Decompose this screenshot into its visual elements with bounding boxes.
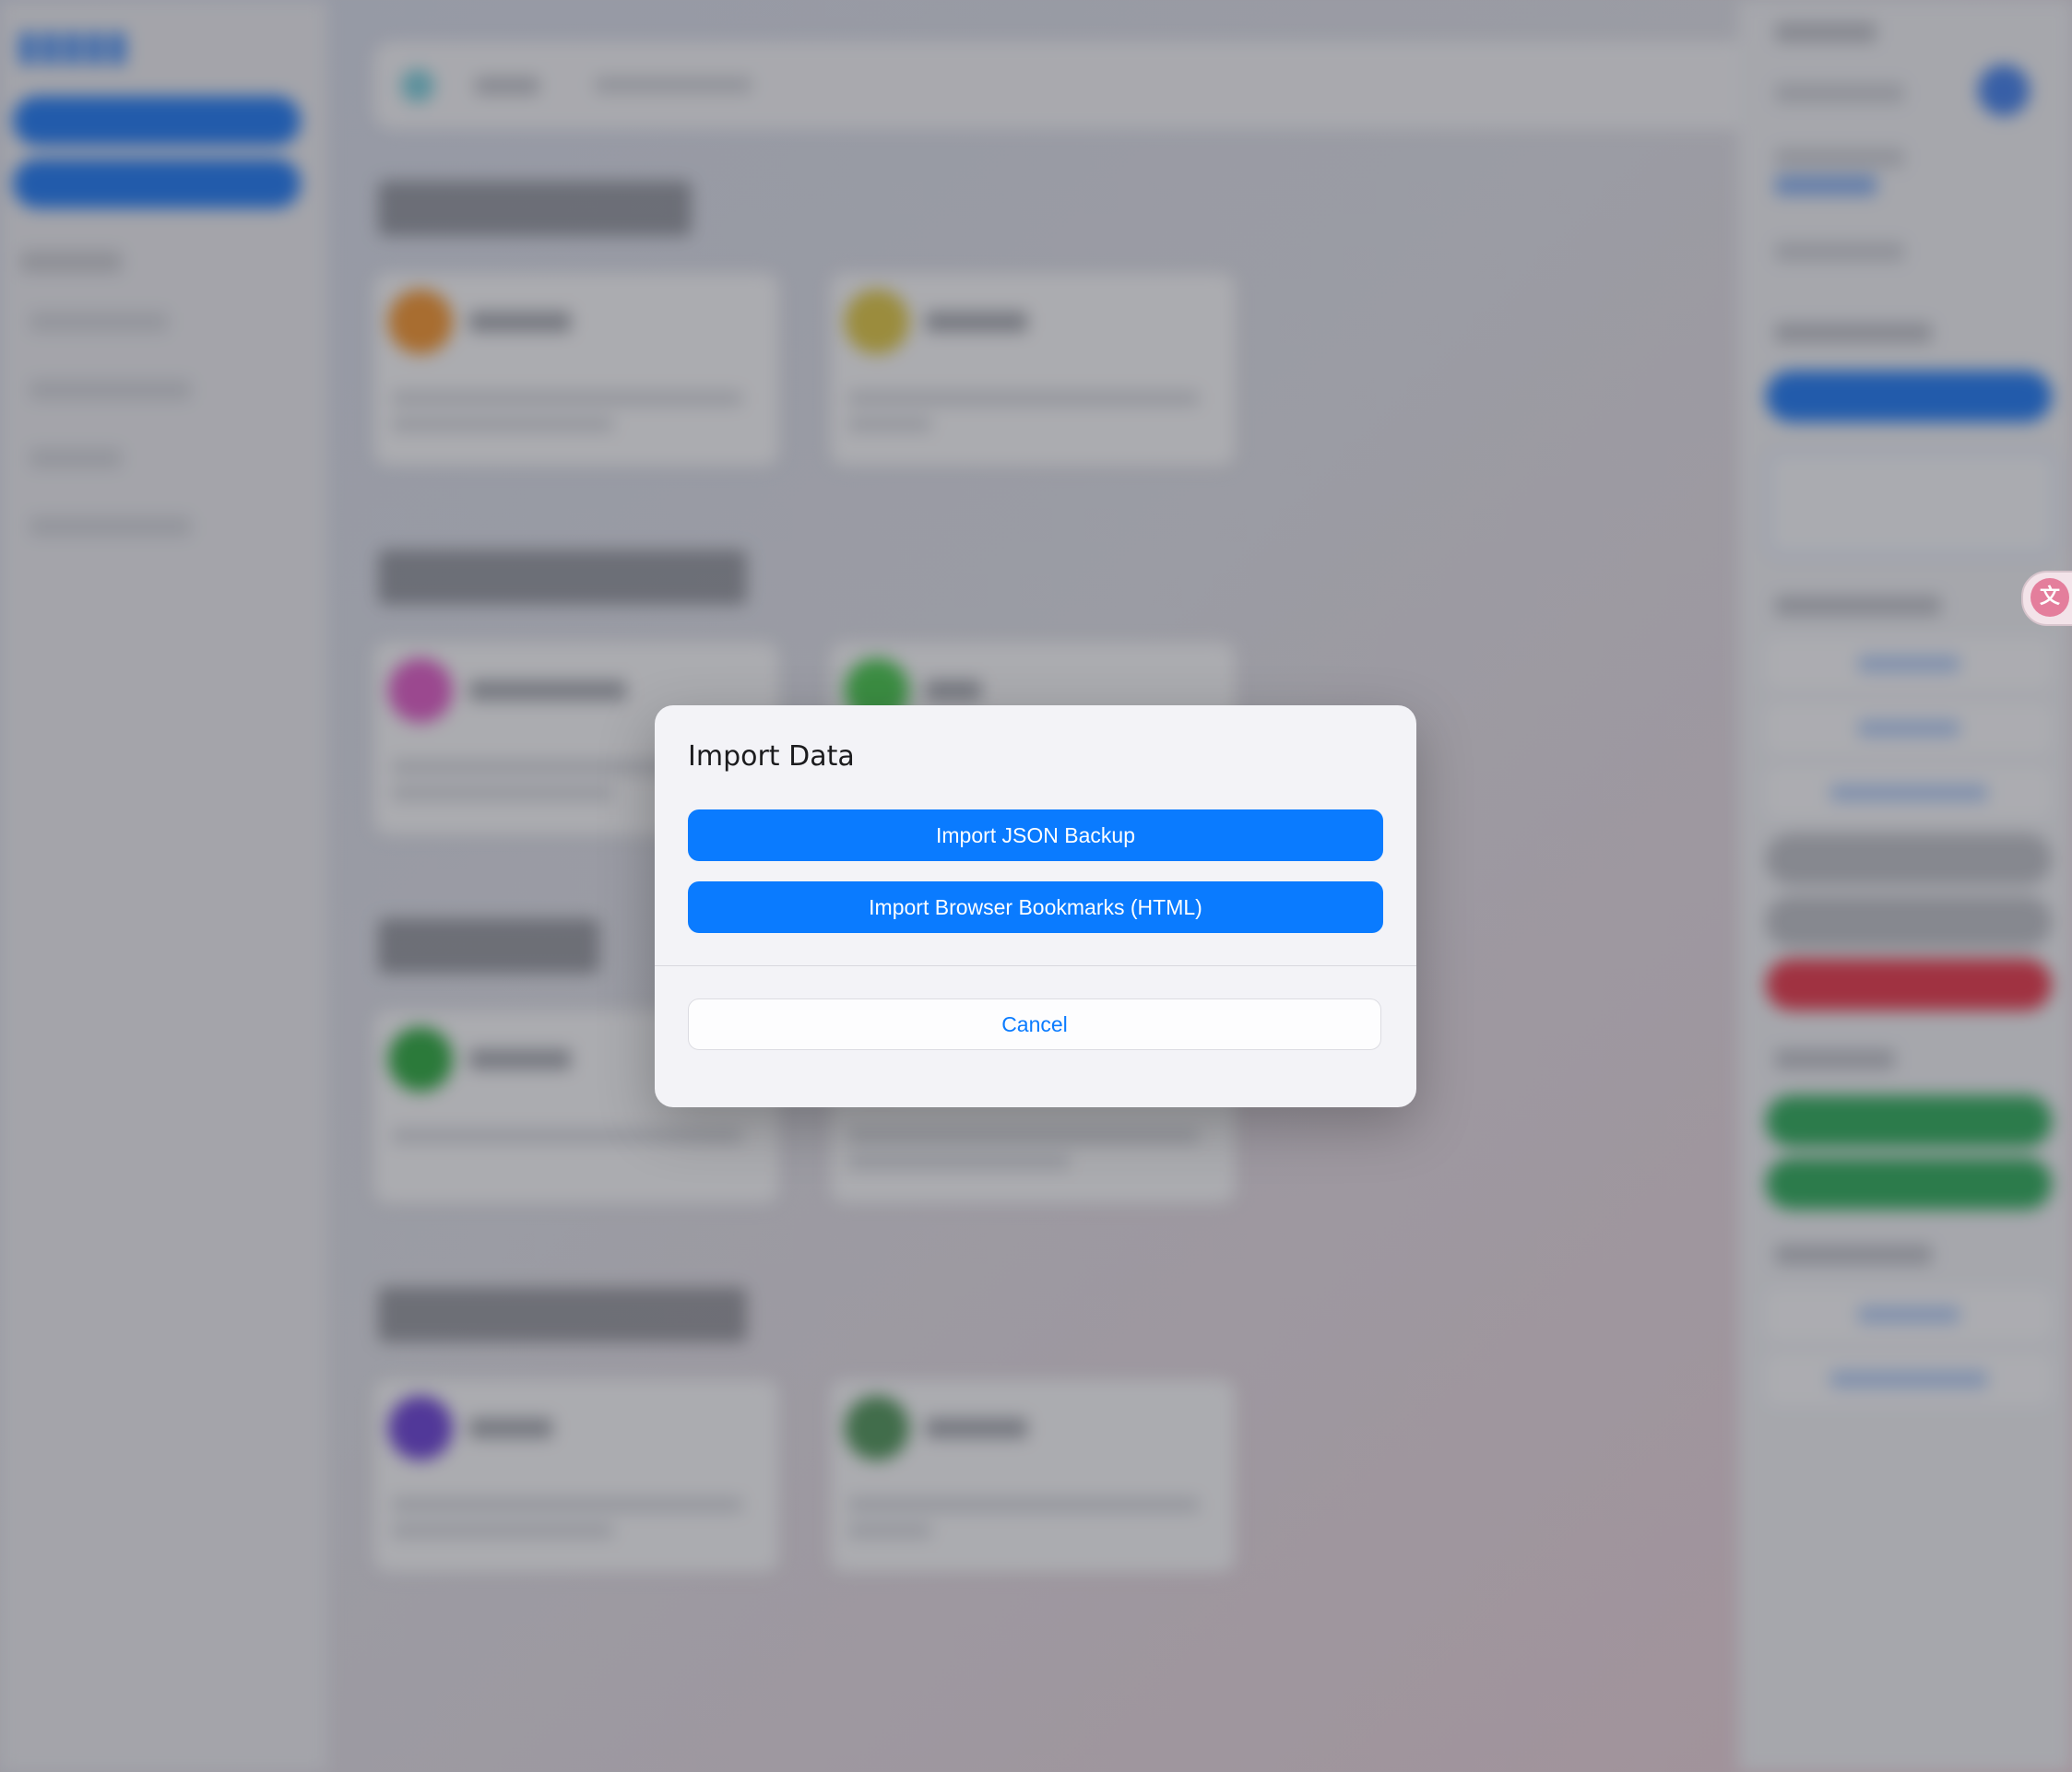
cancel-button[interactable]: Cancel xyxy=(688,998,1381,1050)
translate-extension-button[interactable]: 文 xyxy=(2021,571,2072,626)
dialog-divider xyxy=(655,965,1416,966)
import-browser-bookmarks-button[interactable]: Import Browser Bookmarks (HTML) xyxy=(688,881,1383,933)
translate-icon: 文 xyxy=(2031,578,2069,617)
import-data-dialog: Import Data Import JSON Backup Import Br… xyxy=(655,705,1416,1107)
import-json-backup-button[interactable]: Import JSON Backup xyxy=(688,809,1383,861)
dialog-title: Import Data xyxy=(688,740,855,773)
